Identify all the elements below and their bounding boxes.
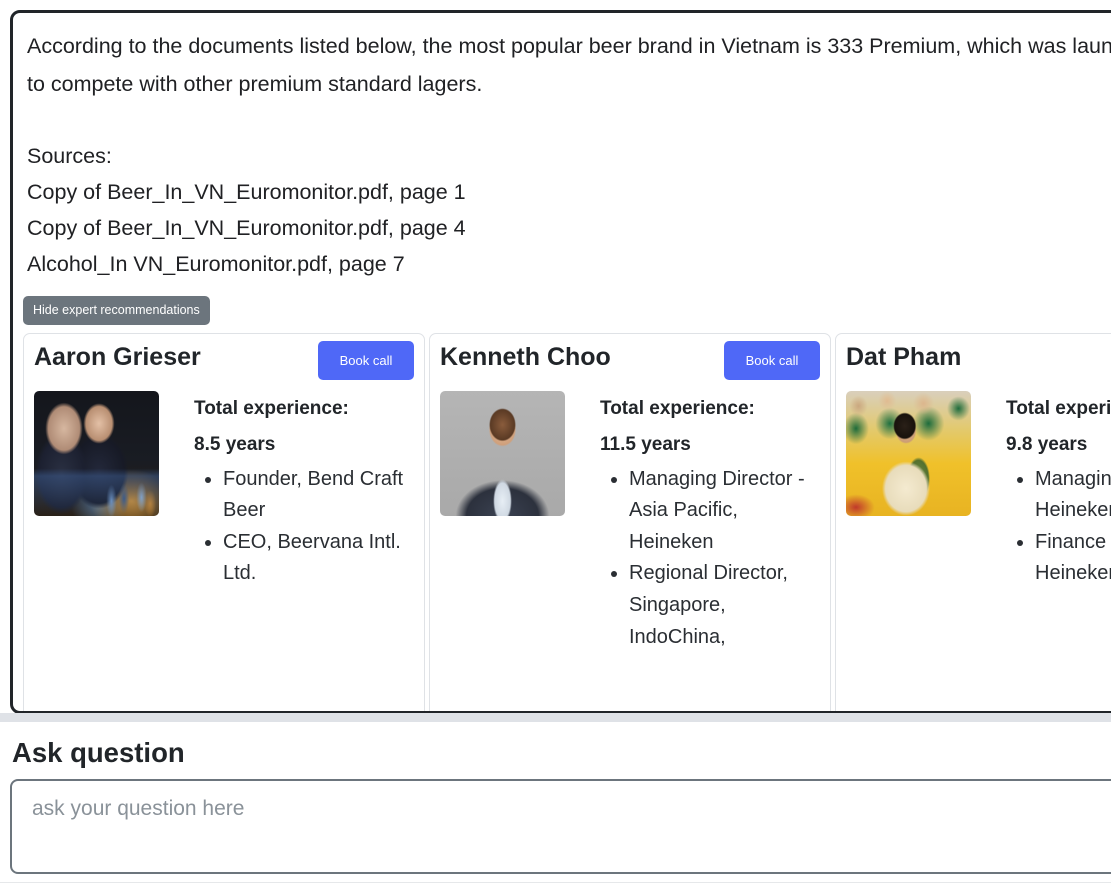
expert-experience-column: Total experience: 11.5 years Managing Di… <box>565 391 820 653</box>
expert-card-header: Aaron Grieser Book call <box>34 341 414 385</box>
expert-roles-list: Founder, Bend Craft Beer CEO, Beervana I… <box>194 464 414 590</box>
answer-panel: According to the documents listed below,… <box>10 10 1111 714</box>
expert-roles-list: Managing Director - Asia Pacific, Heinek… <box>600 464 820 654</box>
expert-cards-row: Aaron Grieser Book call Total experience… <box>13 325 1111 711</box>
bottom-divider <box>0 882 1111 883</box>
list-item: Regional Director, Singapore, IndoChina, <box>629 558 820 653</box>
source-item-1: Copy of Beer_In_VN_Euromonitor.pdf, page… <box>27 179 466 204</box>
expert-experience-column: Total experience: 9.8 years Managing Dir… <box>971 391 1111 590</box>
expert-card[interactable]: Aaron Grieser Book call Total experience… <box>23 333 425 711</box>
expert-name: Aaron Grieser <box>34 343 201 372</box>
total-experience-value: 9.8 years <box>1006 434 1088 456</box>
expert-photo-column <box>440 391 565 653</box>
expert-card-header: Dat Pham Book call <box>846 343 1111 385</box>
expert-photo-column <box>846 391 971 590</box>
expert-photo-column <box>34 391 159 590</box>
hide-expert-recommendations-button[interactable]: Hide expert recommendations <box>23 295 210 326</box>
total-experience-label: Total experience: <box>600 398 755 420</box>
avatar <box>34 391 159 517</box>
page-title: Ask question <box>12 737 185 768</box>
sources-block: Sources: Copy of Beer_In_VN_Euromonitor.… <box>27 138 1111 282</box>
expert-card-header: Kenneth Choo Book call <box>440 341 820 385</box>
total-experience-label: Total experience: <box>194 398 349 420</box>
answer-body: According to the documents listed below,… <box>13 13 1111 282</box>
expert-name: Kenneth Choo <box>440 343 611 372</box>
list-item: Finance Director, Heineken Cambodia <box>1035 527 1111 590</box>
expert-card-body: Total experience: 8.5 years Founder, Ben… <box>34 391 414 590</box>
expert-card[interactable]: Dat Pham Book call Total experience: 9.8… <box>835 333 1111 711</box>
expert-card[interactable]: Kenneth Choo Book call Total experience:… <box>429 333 831 711</box>
answer-paragraph: According to the documents listed below,… <box>27 34 1111 97</box>
total-experience-label: Total experience: <box>1006 398 1111 420</box>
book-call-button[interactable]: Book call <box>318 341 414 381</box>
avatar <box>846 391 971 517</box>
total-experience-value: 8.5 years <box>194 434 276 456</box>
expert-experience-column: Total experience: 8.5 years Founder, Ben… <box>159 391 414 590</box>
list-item: Managing Director, Heineken <box>1035 464 1111 527</box>
expert-card-body: Total experience: 11.5 years Managing Di… <box>440 391 820 653</box>
total-experience-value: 11.5 years <box>600 434 691 456</box>
list-item: Founder, Bend Craft Beer <box>223 464 414 527</box>
list-item: Managing Director - Asia Pacific, Heinek… <box>629 464 820 559</box>
sources-label: Sources: <box>27 143 112 168</box>
book-call-button[interactable]: Book call <box>724 341 820 381</box>
avatar <box>440 391 565 517</box>
expert-roles-list: Managing Director, Heineken Finance Dire… <box>1006 464 1111 590</box>
section-separator <box>0 713 1111 722</box>
ask-question-section: Ask question <box>0 722 1111 874</box>
expert-card-body: Total experience: 9.8 years Managing Dir… <box>846 391 1111 590</box>
question-input[interactable] <box>10 779 1111 874</box>
expert-name: Dat Pham <box>846 343 962 372</box>
list-item: CEO, Beervana Intl. Ltd. <box>223 527 414 590</box>
source-item-2: Copy of Beer_In_VN_Euromonitor.pdf, page… <box>27 215 466 240</box>
source-item-3: Alcohol_In VN_Euromonitor.pdf, page 7 <box>27 251 405 276</box>
